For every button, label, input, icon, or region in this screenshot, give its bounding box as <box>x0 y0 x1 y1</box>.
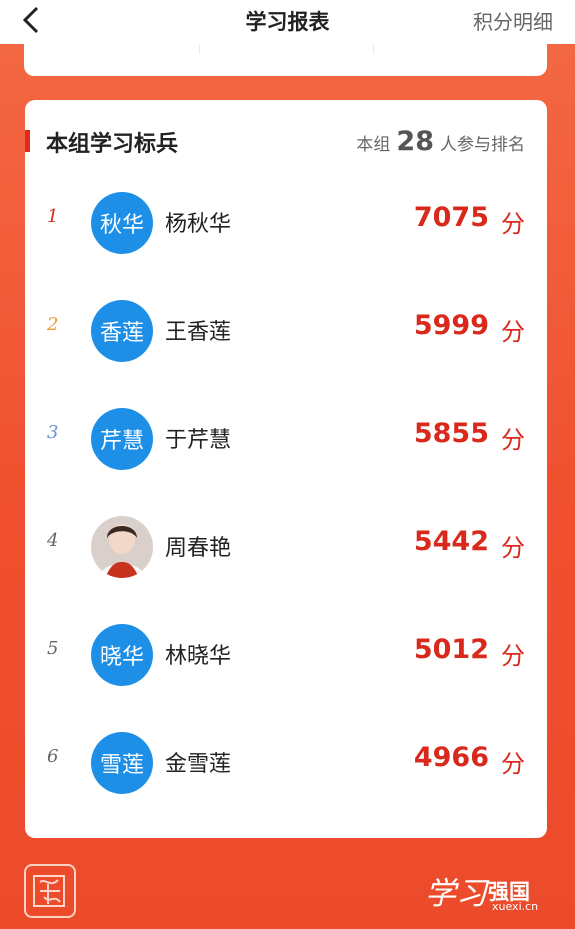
card-divider <box>373 44 374 54</box>
points-detail-link[interactable]: 积分明细 <box>473 6 553 35</box>
member-name: 周春艳 <box>165 536 232 561</box>
xuexi-qiangguo-logo: 学习 强国 xuexi.cn <box>425 866 551 914</box>
score-value: 5442 <box>413 526 489 557</box>
member-name: 金雪莲 <box>165 752 232 777</box>
avatar: 秋华 <box>91 192 153 254</box>
count-prefix: 本组 <box>356 135 391 155</box>
rank-number: 1 <box>47 206 59 227</box>
leader-row[interactable]: 6 雪莲 金雪莲 4966 分 <box>25 722 547 802</box>
score-unit: 分 <box>501 426 525 454</box>
rank-number: 6 <box>47 746 59 767</box>
profile-photo-icon <box>91 516 153 578</box>
score-value: 5012 <box>413 634 489 665</box>
score-value: 4966 <box>413 742 489 773</box>
rank-number: 5 <box>47 638 59 659</box>
avatar: 雪莲 <box>91 732 153 794</box>
count-number: 28 <box>396 126 434 157</box>
section-title: 本组学习标兵 <box>46 132 179 157</box>
score-unit: 分 <box>501 642 525 670</box>
count-suffix: 人参与排名 <box>440 135 525 155</box>
card-divider <box>199 44 200 54</box>
score-unit: 分 <box>501 210 525 238</box>
score-unit: 分 <box>501 534 525 562</box>
rank-number: 2 <box>47 314 59 335</box>
leader-row[interactable]: 3 芹慧 于芹慧 5855 分 <box>25 398 547 478</box>
rank-number: 3 <box>47 422 59 443</box>
score-value: 7075 <box>413 202 489 233</box>
participant-count: 本组 28 人参与排名 <box>356 126 525 157</box>
top-navigation-bar: 学习报表 积分明细 <box>0 0 575 44</box>
avatar: 香莲 <box>91 300 153 362</box>
avatar: 芹慧 <box>91 408 153 470</box>
member-name: 林晓华 <box>165 644 232 669</box>
leader-row[interactable]: 2 香莲 王香莲 5999 分 <box>25 290 547 370</box>
seal-logo <box>24 864 76 918</box>
score-value: 5855 <box>413 418 489 449</box>
score-unit: 分 <box>501 318 525 346</box>
member-name: 杨秋华 <box>165 212 232 237</box>
logo-url: xuexi.cn <box>492 900 539 913</box>
avatar: 晓华 <box>91 624 153 686</box>
card-header: 本组学习标兵 本组 28 人参与排名 <box>25 100 547 180</box>
leader-row[interactable]: 1 秋华 杨秋华 7075 分 <box>25 182 547 262</box>
leader-row[interactable]: 4 周春艳 5442 分 <box>25 506 547 586</box>
score-unit: 分 <box>501 750 525 778</box>
member-name: 王香莲 <box>165 320 232 345</box>
title-accent-bar <box>25 130 30 152</box>
score-value: 5999 <box>413 310 489 341</box>
member-name: 于芹慧 <box>165 428 232 453</box>
logo-script-text: 学习 <box>425 876 487 912</box>
profile-photo-avatar <box>91 516 153 578</box>
group-leaders-card: 本组学习标兵 本组 28 人参与排名 1 秋华 杨秋华 7075 分 2 香莲 … <box>25 100 547 838</box>
rank-number: 4 <box>47 530 59 551</box>
leader-row[interactable]: 5 晓华 林晓华 5012 分 <box>25 614 547 694</box>
seal-icon <box>33 875 65 907</box>
